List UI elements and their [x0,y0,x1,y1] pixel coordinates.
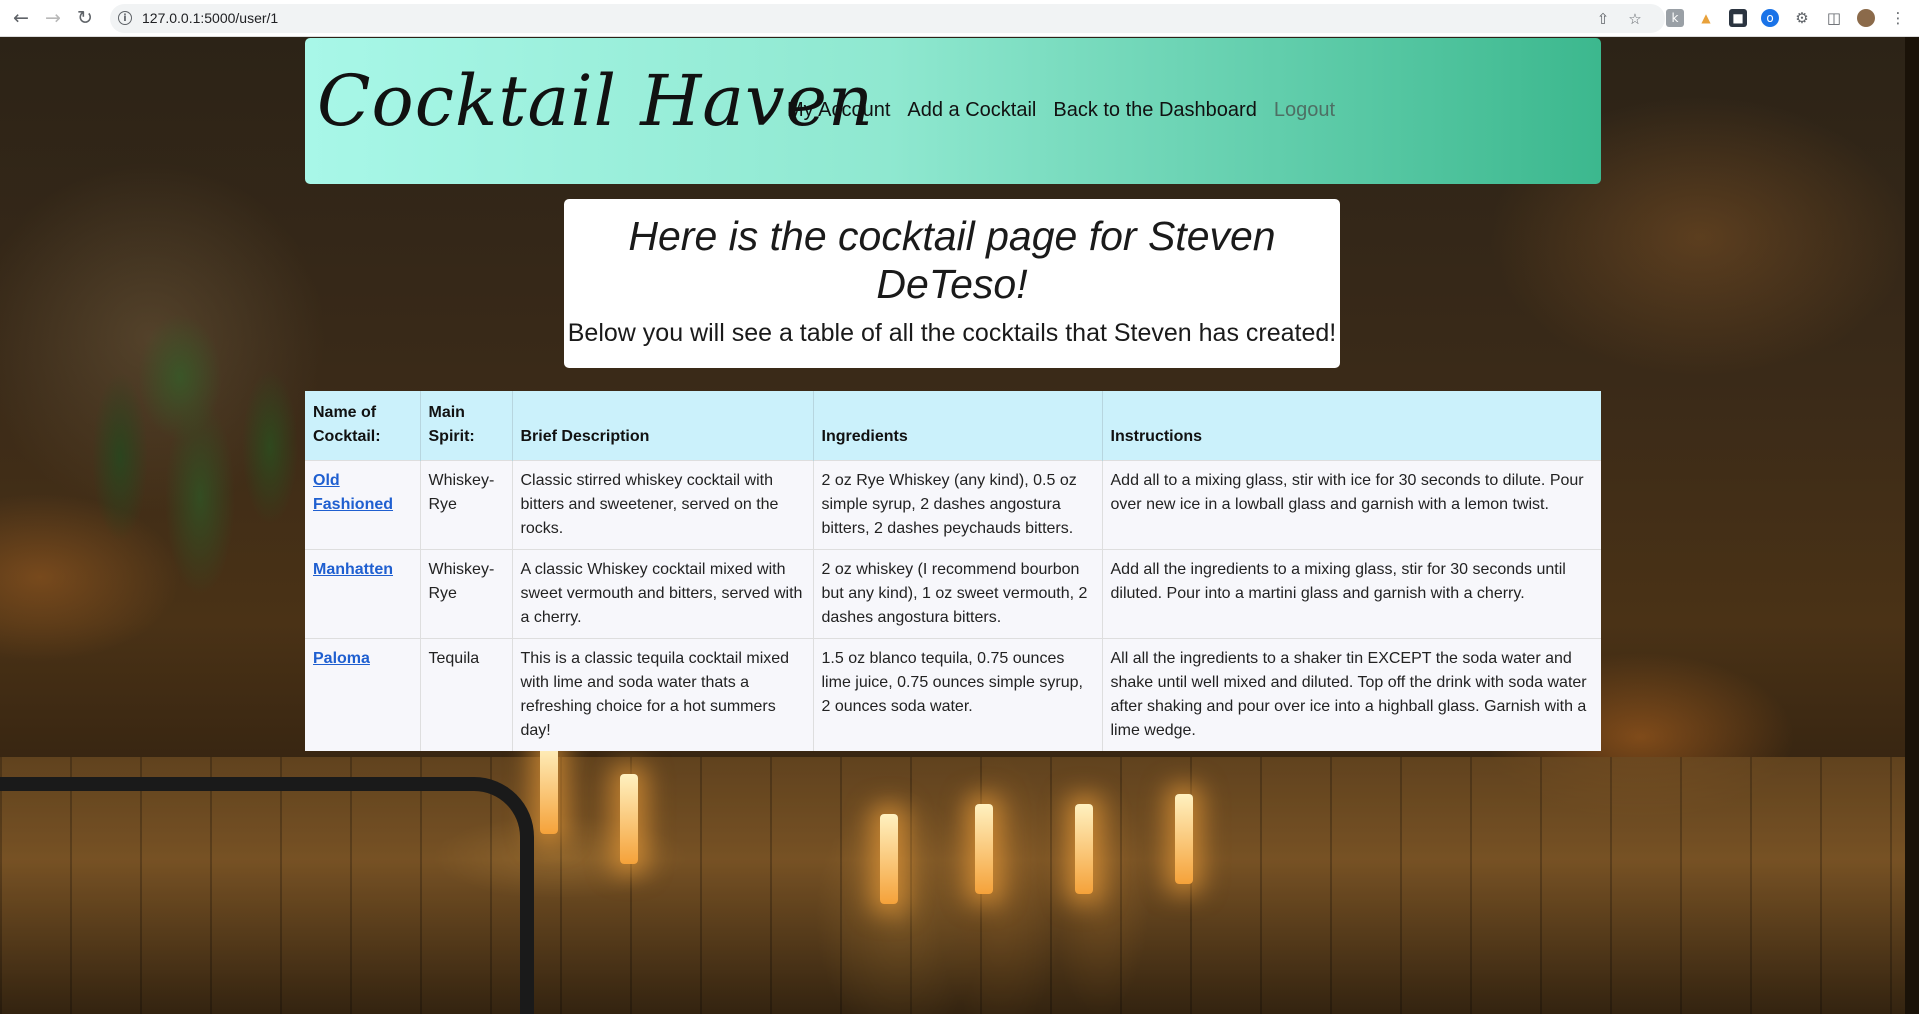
cell-name: Paloma [305,638,421,751]
cell-ingredients: 2 oz whiskey (I recommend bourbon but an… [813,549,1103,639]
extension-drive-icon[interactable]: ▲ [1697,9,1715,27]
cell-instructions: All all the ingredients to a shaker tin … [1102,638,1601,751]
site-info-icon[interactable]: i [118,11,132,25]
side-panel-icon[interactable]: ◫ [1825,9,1843,27]
table-row: Old Fashioned Whiskey-Rye Classic stirre… [305,460,1601,550]
cell-spirit: Whiskey-Rye [420,460,513,550]
nav-dashboard[interactable]: Back to the Dashboard [1053,99,1256,122]
profile-avatar[interactable] [1857,9,1875,27]
table-row: Manhatten Whiskey-Rye A classic Whiskey … [305,549,1601,639]
cocktail-table: Name of Cocktail: Main Spirit: Brief Des… [305,391,1601,751]
cell-spirit: Whiskey-Rye [420,549,513,639]
cell-name: Manhatten [305,549,421,639]
header-ingredients: Ingredients [813,391,1103,461]
browser-toolbar: ← → ↻ i 127.0.0.1:5000/user/1 ⇧ ☆ k ▲ ■ … [0,0,1919,37]
page-subtitle: Below you will see a table of all the co… [567,319,1337,347]
page-background: Cocktail Haven My Account Add a Cocktail… [0,37,1905,1014]
menu-kebab-icon[interactable]: ⋮ [1889,9,1907,27]
site-navbar: Cocktail Haven My Account Add a Cocktail… [305,38,1601,184]
intro-card: Here is the cocktail page for Steven DeT… [564,199,1340,368]
table-header-row: Name of Cocktail: Main Spirit: Brief Des… [305,391,1601,461]
header-description: Brief Description [512,391,814,461]
cell-description: Classic stirred whiskey cocktail with bi… [512,460,814,550]
nav-links: My Account Add a Cocktail Back to the Da… [787,99,1352,122]
cocktail-link[interactable]: Paloma [313,650,370,667]
background-plant [60,297,320,717]
cell-instructions: Add all the ingredients to a mixing glas… [1102,549,1601,639]
extensions-puzzle-icon[interactable]: ⚙ [1793,9,1811,27]
background-railing [0,777,534,1014]
cell-description: A classic Whiskey cocktail mixed with sw… [512,549,814,639]
forward-arrow-icon[interactable]: → [41,6,65,30]
header-spirit: Main Spirit: [420,391,513,461]
cell-ingredients: 2 oz Rye Whiskey (any kind), 0.5 oz simp… [813,460,1103,550]
cell-spirit: Tequila [420,638,513,751]
bookmark-star-icon[interactable]: ☆ [1626,10,1644,28]
back-arrow-icon[interactable]: ← [9,6,33,30]
extension-circle-icon[interactable]: o [1761,9,1779,27]
cell-ingredients: 1.5 oz blanco tequila, 0.75 ounces lime … [813,638,1103,751]
cell-name: Old Fashioned [305,460,421,550]
cocktail-table-wrapper: Name of Cocktail: Main Spirit: Brief Des… [305,391,1601,751]
cell-instructions: Add all to a mixing glass, stir with ice… [1102,460,1601,550]
page-title: Here is the cocktail page for Steven DeT… [628,213,1276,307]
extension-dev-icon[interactable]: ■ [1729,9,1747,27]
header-name: Name of Cocktail: [305,391,421,461]
cocktail-link[interactable]: Manhatten [313,561,393,578]
reload-icon[interactable]: ↻ [73,6,97,30]
extension-grammar-icon[interactable]: k [1666,9,1684,27]
header-instructions: Instructions [1102,391,1601,461]
address-bar[interactable]: i 127.0.0.1:5000/user/1 ⇧ ☆ [110,4,1665,33]
table-row: Paloma Tequila This is a classic tequila… [305,638,1601,751]
nav-add-cocktail[interactable]: Add a Cocktail [907,99,1036,122]
url-text[interactable]: 127.0.0.1:5000/user/1 [142,10,278,26]
nav-logout[interactable]: Logout [1274,99,1335,122]
cocktail-link[interactable]: Old Fashioned [313,472,393,513]
share-icon[interactable]: ⇧ [1594,10,1612,28]
nav-my-account[interactable]: My Account [787,99,890,122]
cell-description: This is a classic tequila cocktail mixed… [512,638,814,751]
